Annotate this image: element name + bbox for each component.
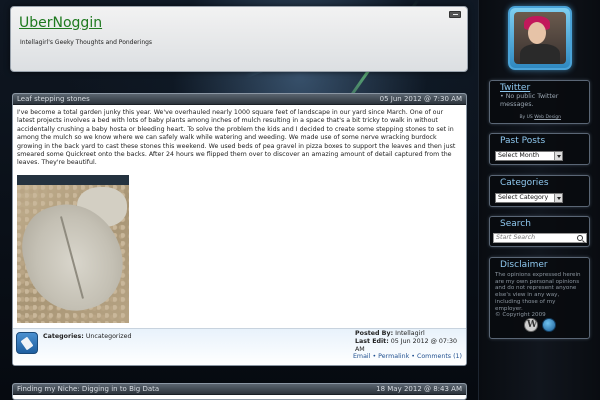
posted-by-label: Posted By: [355, 330, 394, 337]
chevron-down-icon [554, 194, 562, 202]
avatar-face [528, 22, 546, 44]
post-author: Intellagirl [395, 330, 425, 337]
post-titlebar: Finding my Niche: Digging in to Big Data… [13, 384, 466, 395]
post-date: 05 Jun 2012 @ 7:30 AM [379, 95, 462, 103]
post-titlebar: Leaf stepping stones 05 Jun 2012 @ 7:30 … [13, 94, 466, 105]
email-link[interactable]: Email [353, 353, 370, 360]
post-title-link[interactable]: Leaf stepping stones [17, 95, 90, 103]
avatar-shirt [520, 44, 560, 64]
category-link[interactable]: Uncategorized [86, 333, 132, 340]
post-image-leaf-stone[interactable] [17, 175, 129, 323]
globe-icon[interactable] [542, 317, 556, 332]
badges [524, 314, 556, 333]
category-select[interactable]: Select Category [495, 193, 563, 203]
post-body: I've become a total garden junky this ye… [17, 109, 456, 167]
avatar[interactable] [508, 6, 572, 70]
disclaimer-body: The opinions expressed herein are my own… [495, 272, 581, 312]
disclaimer-text: The opinions expressed herein are my own… [490, 270, 589, 319]
tag-icon [16, 332, 38, 354]
blog-post: Finding my Niche: Digging in to Big Data… [12, 383, 467, 400]
twitter-list: No public Twitter messages. [490, 93, 589, 109]
categories-label: Categories: [43, 333, 84, 340]
post-links: Email • Permalink • Comments (1) [353, 353, 462, 360]
search-title: Search [500, 219, 531, 229]
search-placeholder: Start Search [496, 234, 536, 241]
blog-post: Leaf stepping stones 05 Jun 2012 @ 7:30 … [12, 93, 467, 366]
disclaimer-widget: Disclaimer The opinions expressed herein… [489, 257, 590, 339]
chevron-down-icon [554, 152, 562, 160]
twitter-byline: By US Web Design [519, 115, 561, 120]
permalink-link[interactable]: Permalink [378, 353, 409, 360]
site-header: UberNoggin Intellagirl's Geeky Thoughts … [10, 6, 468, 72]
search-widget: Search Start Search [489, 216, 590, 247]
avatar-photo [514, 12, 566, 64]
twitter-item: No public Twitter messages. [500, 93, 585, 109]
twitter-title-link[interactable]: Twitter [490, 81, 589, 93]
month-select[interactable]: Select Month [495, 151, 563, 161]
categories-title: Categories [500, 178, 549, 188]
month-select-value: Select Month [498, 152, 540, 159]
collapse-button[interactable] [449, 11, 461, 18]
category-select-value: Select Category [498, 194, 549, 201]
site-tagline: Intellagirl's Geeky Thoughts and Ponderi… [20, 39, 153, 46]
disclaimer-title: Disclaimer [500, 260, 548, 270]
last-edit-label: Last Edit: [355, 338, 389, 345]
byline-link[interactable]: Web Design [534, 115, 561, 120]
past-posts-widget: Past Posts Select Month [489, 133, 590, 165]
post-categories: Categories: Uncategorized [43, 333, 131, 340]
twitter-widget: Twitter No public Twitter messages. By U… [489, 80, 590, 124]
categories-widget: Categories Select Category [489, 175, 590, 207]
site-title-link[interactable]: UberNoggin [19, 15, 102, 31]
post-date: 18 May 2012 @ 8:43 AM [376, 385, 462, 393]
search-input[interactable]: Start Search [493, 233, 587, 243]
comments-link[interactable]: Comments (1) [417, 353, 462, 360]
post-meta: Posted By: Intellagirl Last Edit: 05 Jun… [355, 330, 466, 354]
search-icon[interactable] [577, 235, 583, 241]
post-footer: Categories: Uncategorized Posted By: Int… [13, 328, 466, 365]
byline-prefix: By US [519, 115, 535, 120]
wordpress-icon[interactable] [524, 317, 538, 332]
link-separator: • [409, 353, 417, 360]
link-separator: • [370, 353, 379, 360]
post-title-link[interactable]: Finding my Niche: Digging in to Big Data [17, 385, 159, 393]
past-posts-title: Past Posts [500, 136, 546, 146]
